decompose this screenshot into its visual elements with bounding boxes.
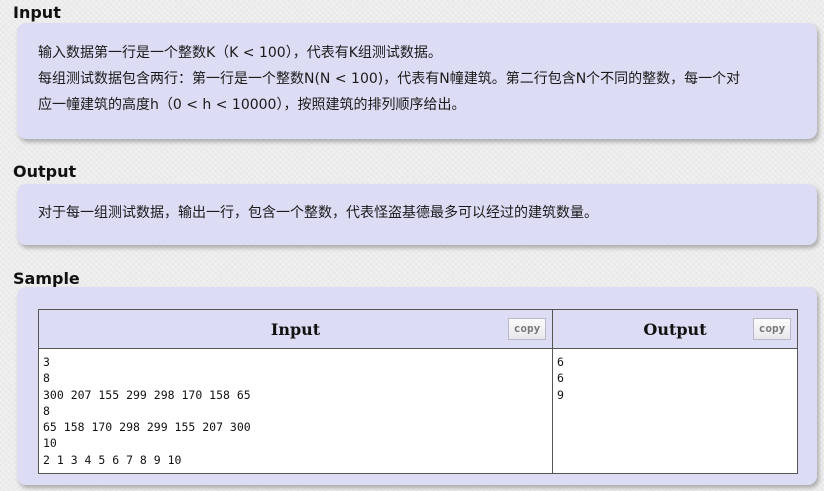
sample-output-header: Output copy	[552, 309, 798, 349]
sample-input-header-label: Input	[270, 319, 321, 339]
input-description-line-3: 应一幢建筑的高度h（0 < h < 10000），按照建筑的排列顺序给出。	[38, 97, 466, 113]
input-description-line-2: 每组测试数据包含两行：第一行是一个整数N(N < 100)，代表有N幢建筑。第二…	[38, 71, 741, 87]
sample-input-header: Input copy	[38, 309, 553, 349]
sample-table: Input copy Output copy 3 8 300 207 155 2…	[38, 309, 798, 475]
input-description-panel: 输入数据第一行是一个整数K（K < 100），代表有K组测试数据。 每组测试数据…	[17, 23, 817, 139]
output-description-line-1: 对于每一组测试数据，输出一行，包含一个整数，代表怪盗基德最多可以经过的建筑数量。	[38, 205, 598, 221]
sample-output-header-label: Output	[643, 319, 707, 339]
input-section-title: Input	[13, 3, 61, 22]
sample-section-title: Sample	[13, 269, 80, 288]
sample-output-text[interactable]: 6 6 9	[553, 349, 797, 408]
copy-output-button[interactable]: copy	[753, 318, 791, 340]
output-description-panel: 对于每一组测试数据，输出一行，包含一个整数，代表怪盗基德最多可以经过的建筑数量。	[17, 184, 817, 245]
input-description-line-1: 输入数据第一行是一个整数K（K < 100），代表有K组测试数据。	[38, 45, 442, 61]
copy-input-button[interactable]: copy	[508, 318, 546, 340]
sample-output-cell: 6 6 9	[552, 347, 798, 475]
sample-panel: Input copy Output copy 3 8 300 207 155 2…	[17, 287, 817, 485]
sample-input-cell: 3 8 300 207 155 299 298 170 158 65 8 65 …	[38, 347, 553, 475]
output-section-title: Output	[13, 162, 77, 181]
sample-input-text[interactable]: 3 8 300 207 155 299 298 170 158 65 8 65 …	[39, 349, 552, 473]
